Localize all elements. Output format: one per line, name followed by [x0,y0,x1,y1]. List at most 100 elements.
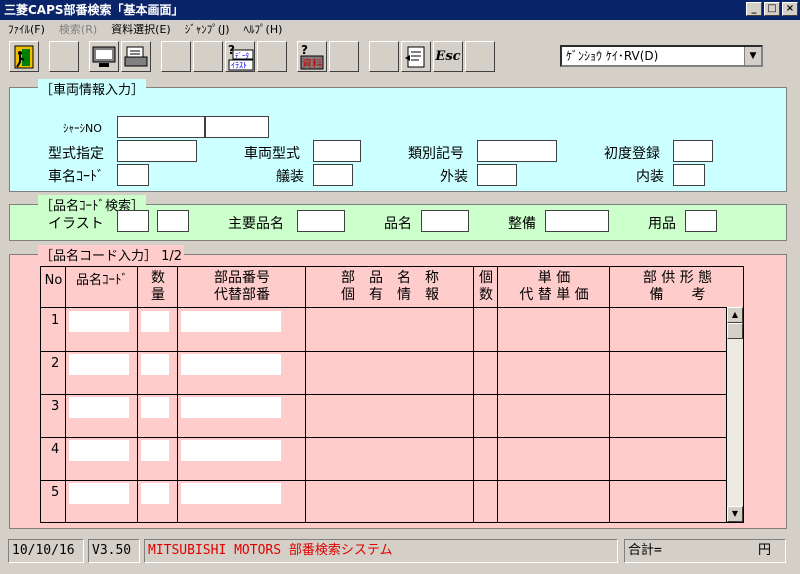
part-number-cell[interactable] [181,483,281,504]
toolbar-blank-button-7[interactable] [465,41,495,72]
exit-door-icon [14,45,34,68]
hinmei-field[interactable] [421,210,469,232]
svg-text:ｲﾗｽﾄ: ｲﾗｽﾄ [231,61,247,70]
katashiki-field[interactable] [117,140,197,162]
part-number-cell[interactable] [181,397,281,418]
close-button[interactable]: × [782,2,798,16]
sharyo-type-label: 車両型式 [244,146,300,162]
header-note: 部 供 形 態備 考 [610,267,745,307]
header-count-line2: 数 [479,287,493,303]
shodo-field[interactable] [673,140,713,162]
header-count: 個数 [474,267,498,307]
title-bar: 三菱CAPS部番検索「基本画面」 _ □ × [0,0,800,20]
header-part-name-line1: 部 品 名 称 [341,270,439,286]
qty-cell[interactable] [141,354,169,375]
data-illust-icon: ? ﾃﾞｰﾀｲﾗｽﾄ [228,43,254,70]
menu-help[interactable]: ﾍﾙﾌﾟ(H) [236,21,289,37]
ruibetsu-label: 類別記号 [408,146,464,162]
data-illust-button[interactable]: ? ﾃﾞｰﾀ ｲﾗｽﾄ [225,41,255,72]
main-hinmei-field[interactable] [297,210,345,232]
header-note-line2: 備 考 [649,287,706,303]
scroll-down-icon[interactable]: ▼ [727,506,743,522]
toolbar-blank-button-2[interactable] [161,41,191,72]
row-number: 5 [51,485,60,500]
qty-cell[interactable] [141,483,169,504]
toolbar-blank-button-3[interactable] [193,41,223,72]
code-cell[interactable] [69,397,129,418]
model-select-value: ｹﾞﾝｼｮｳ ｹｲ･RV(D) [566,49,659,63]
illust-field-2[interactable] [157,210,189,232]
chassis-number-field-1[interactable] [117,116,205,138]
header-part-name-line2: 個 有 情 報 [341,287,439,303]
hinmei-label: 品名 [384,216,412,232]
header-price-line1: 単 価 [537,270,571,286]
qty-cell[interactable] [141,397,169,418]
total-unit: 円 [757,543,771,558]
code-cell[interactable] [69,311,129,332]
header-qty-line2: 量 [151,287,165,303]
gaisou-field[interactable] [477,164,517,186]
header-note-line1: 部 供 形 態 [642,270,713,286]
chassis-label: ｼｬｰｼNO [63,122,102,135]
minimize-button[interactable]: _ [746,2,762,16]
code-cell[interactable] [69,354,129,375]
part-number-cell[interactable] [181,311,281,332]
exit-button[interactable] [9,41,39,72]
svg-text:資料: 資料 [302,57,322,70]
maximize-button[interactable]: □ [764,2,780,16]
seibi-field[interactable] [545,210,609,232]
youhin-field[interactable] [685,210,717,232]
header-price-line2: 代 替 単 価 [519,287,589,303]
header-part-name: 部 品 名 称個 有 情 報 [306,267,474,307]
menu-jump[interactable]: ｼﾞｬﾝﾌﾟ(J) [177,21,236,37]
toolbar-blank-button-5[interactable] [329,41,359,72]
shamei-code-field[interactable] [117,164,149,186]
document-button[interactable] [401,41,431,72]
total-label: 合計= [628,543,662,558]
ruibetsu-field[interactable] [477,140,557,162]
esc-icon: Esc [435,49,461,64]
toolbar-blank-button-4[interactable] [257,41,287,72]
gaisou-label: 外装 [440,169,468,185]
chassis-number-field-2[interactable] [205,116,269,138]
part-number-cell[interactable] [181,440,281,461]
window-title: 三菱CAPS部番検索「基本画面」 [4,3,184,17]
scroll-up-icon[interactable]: ▲ [727,307,743,323]
escape-button[interactable]: Esc [433,41,463,72]
header-part-number-line2: 代替部番 [214,287,270,303]
shiryo-icon: ?資料 [300,43,324,70]
svg-text:?: ? [301,43,308,57]
code-cell[interactable] [69,483,129,504]
model-select[interactable]: ｹﾞﾝｼｮｳ ｹｲ･RV(D) ▼ [560,45,763,67]
toolbar-blank-button-1[interactable] [49,41,79,72]
header-code: 品名ｺｰﾄﾞ [75,273,128,288]
qty-cell[interactable] [141,311,169,332]
main-hinmei-label: 主要品名 [228,216,284,232]
shiryo-button[interactable]: ? 資料 [297,41,327,72]
qty-cell[interactable] [141,440,169,461]
part-number-cell[interactable] [181,354,281,375]
naisou-field[interactable] [673,164,705,186]
status-version: V3.50 [88,539,140,563]
menu-bar: ﾌｧｲﾙ(F) 検索(R) 資料選択(E) ｼﾞｬﾝﾌﾟ(J) ﾍﾙﾌﾟ(H) [0,20,800,38]
printer-icon [124,46,148,66]
naisou-label: 内装 [636,169,664,185]
vertical-scrollbar[interactable]: ▲ ▼ [727,307,743,522]
illust-field-1[interactable] [117,210,149,232]
chevron-down-icon[interactable]: ▼ [744,47,761,65]
menu-material-select[interactable]: 資料選択(E) [103,21,177,37]
toolbar-blank-button-6[interactable] [369,41,399,72]
row-number: 3 [51,399,60,414]
status-date: 10/10/16 [8,539,84,563]
code-cell[interactable] [69,440,129,461]
sharyo-type-field[interactable] [313,140,361,162]
part-code-input-title: ［品名コード入力］ 1/2 [38,245,185,264]
menu-search[interactable]: 検索(R) [51,21,103,37]
menu-file[interactable]: ﾌｧｲﾙ(F) [0,21,51,37]
gisou-field[interactable] [313,164,353,186]
header-qty: 数量 [138,267,178,307]
screen-button[interactable] [89,41,119,72]
print-button[interactable] [121,41,151,72]
scroll-thumb[interactable] [727,323,743,339]
seibi-label: 整備 [508,216,536,232]
